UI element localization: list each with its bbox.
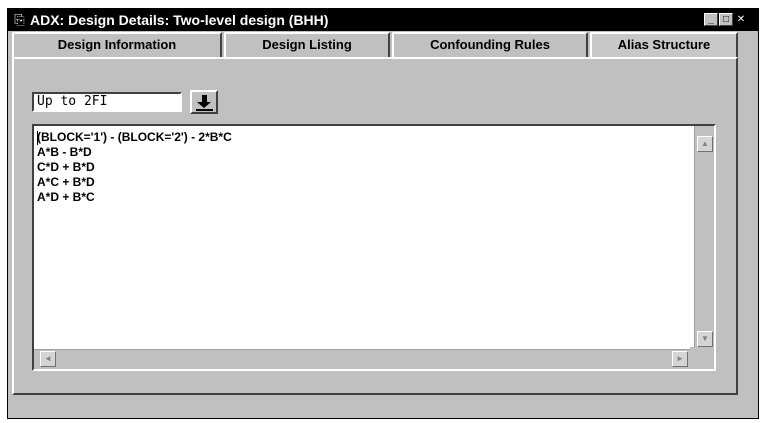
title-bar[interactable]: ⎘ ADX: Design Details: Two-level design … (8, 9, 758, 31)
tab-alias-structure[interactable]: Alias Structure (590, 32, 738, 58)
minimize-button[interactable]: _ (704, 13, 718, 26)
alias-filter-select[interactable]: Up to 2FI (32, 92, 182, 112)
scroll-right-button[interactable]: ► (672, 351, 688, 367)
alias-structure-textbox[interactable]: (BLOCK='1') - (BLOCK='2') - 2*B*C A*B - … (32, 124, 716, 371)
tab-design-information[interactable]: Design Information (12, 32, 222, 58)
window-title: ADX: Design Details: Two-level design (B… (30, 12, 329, 28)
vertical-scrollbar[interactable]: ▲ ▼ (694, 126, 714, 351)
maximize-button[interactable]: □ (719, 13, 733, 26)
tab-design-listing[interactable]: Design Listing (224, 32, 390, 58)
scroll-down-button[interactable]: ▼ (697, 331, 713, 347)
horizontal-scrollbar[interactable]: ◄ ► (34, 349, 694, 369)
alias-line: A*D + B*C (37, 190, 95, 204)
scroll-up-button[interactable]: ▲ (697, 136, 713, 152)
alias-line: (BLOCK='1') - (BLOCK='2') - 2*B*C (37, 130, 232, 144)
alias-line: A*B - B*D (37, 145, 92, 159)
sas-app-icon[interactable]: ⎘ (12, 12, 27, 27)
scroll-left-button[interactable]: ◄ (40, 351, 56, 367)
tab-strip: Design Information Design Listing Confou… (12, 32, 738, 58)
alias-lines: (BLOCK='1') - (BLOCK='2') - 2*B*C A*B - … (37, 130, 232, 205)
scrollbar-corner (690, 347, 714, 369)
alias-line: A*C + B*D (37, 175, 95, 189)
alias-line: C*D + B*D (37, 160, 95, 174)
alias-filter-dropdown-button[interactable] (190, 90, 218, 114)
tab-confounding-rules[interactable]: Confounding Rules (392, 32, 588, 58)
close-button[interactable]: ✕ (734, 13, 748, 26)
